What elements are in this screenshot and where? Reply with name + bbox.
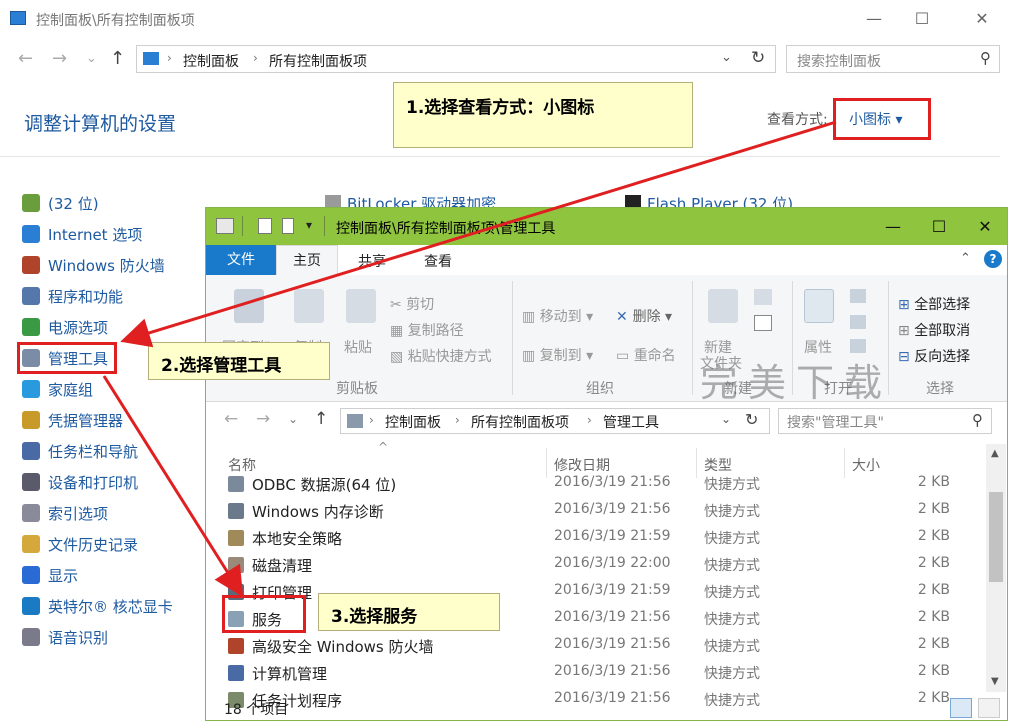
arrow-view-to-admin-tools xyxy=(120,120,837,348)
arrow-admin-tools-to-services xyxy=(102,375,244,598)
annotation-arrows xyxy=(102,120,837,598)
